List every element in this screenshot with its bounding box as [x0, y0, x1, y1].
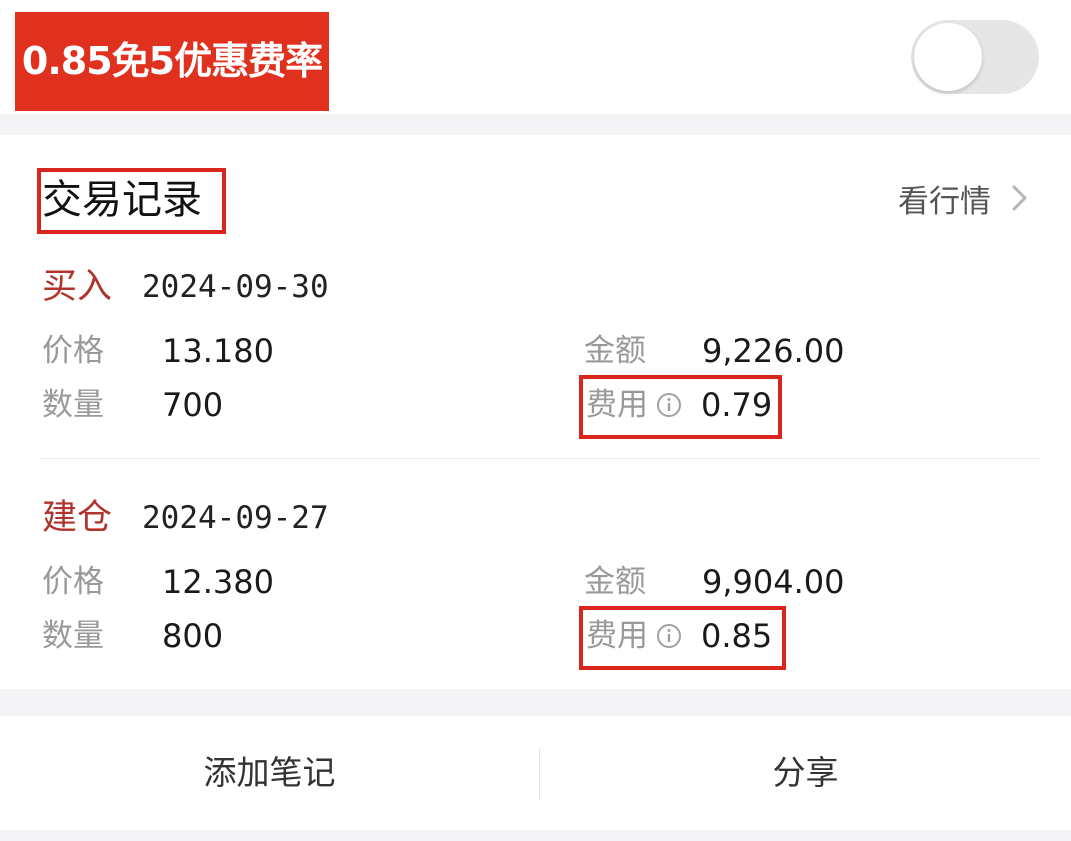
fee-value: 0.85 — [701, 617, 773, 655]
record-date: 2024-09-27 — [142, 500, 329, 536]
promo-toggle[interactable] — [911, 20, 1039, 94]
record-date: 2024-09-30 — [142, 269, 329, 305]
trade-records-card: 交易记录 看行情 买入 2024-09-30 价格 13.180 金额 9,22… — [0, 135, 1071, 689]
amount-value: 9,904.00 — [702, 563, 845, 601]
promo-bar: 0.85免5优惠费率 — [0, 0, 1071, 114]
add-note-button[interactable]: 添加笔记 — [0, 716, 539, 830]
share-button[interactable]: 分享 — [540, 716, 1071, 830]
amount-label: 金额 — [584, 333, 646, 369]
fee-label: 费用 — [586, 387, 648, 423]
record-type: 建仓 — [42, 498, 113, 538]
price-label: 价格 — [42, 333, 104, 369]
amount-label: 金额 — [584, 564, 646, 600]
quantity-label: 数量 — [42, 387, 104, 423]
info-icon[interactable] — [656, 623, 682, 649]
price-value: 13.180 — [162, 332, 274, 370]
quantity-value: 700 — [162, 386, 224, 424]
chevron-right-icon — [1012, 185, 1027, 211]
info-icon[interactable] — [656, 392, 682, 418]
view-market-label: 看行情 — [898, 183, 991, 220]
price-value: 12.380 — [162, 563, 274, 601]
amount-value: 9,226.00 — [702, 332, 845, 370]
fee-value: 0.79 — [701, 386, 773, 424]
section-title: 交易记录 — [42, 177, 202, 223]
record-divider — [40, 458, 1040, 459]
toggle-knob — [914, 23, 982, 91]
promo-banner: 0.85免5优惠费率 — [15, 12, 329, 111]
quantity-value: 800 — [162, 617, 224, 655]
price-label: 价格 — [42, 564, 104, 600]
quantity-label: 数量 — [42, 618, 104, 654]
action-bar: 添加笔记 分享 — [0, 716, 1071, 830]
view-market-link[interactable]: 看行情 — [898, 177, 1031, 220]
fee-label: 费用 — [586, 618, 648, 654]
trade-detail-page: 0.85免5优惠费率 交易记录 看行情 买入 2024-09-30 价格 13.… — [0, 0, 1071, 841]
record-type: 买入 — [42, 267, 113, 307]
